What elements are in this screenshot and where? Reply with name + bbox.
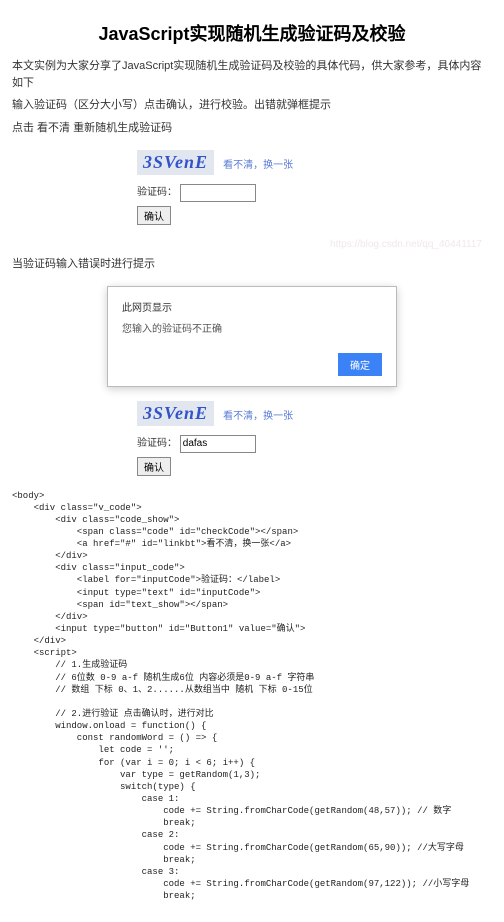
- dialog-title: 此网页显示: [122, 299, 382, 314]
- code-label: 验证码：: [137, 187, 177, 198]
- code-input-2[interactable]: [180, 435, 256, 453]
- demo-2: 3SVenE 看不清，换一张 验证码： 确认: [137, 401, 367, 476]
- watermark-text: https://blog.csdn.net/qq_40441117: [22, 239, 482, 250]
- error-section-text: 当验证码输入错误时进行提示: [12, 256, 492, 273]
- code-block: <body> <div class="v_code"> <div class="…: [12, 490, 492, 903]
- step1-text: 输入验证码（区分大小写）点击确认，进行校验。出错就弹框提示: [12, 97, 492, 114]
- confirm-button-2[interactable]: 确认: [137, 457, 171, 476]
- demo-1: 3SVenE 看不清，换一张 验证码： 确认: [137, 150, 367, 225]
- code-input[interactable]: [180, 184, 256, 202]
- step2-text: 点击 看不清 重新随机生成验证码: [12, 120, 492, 137]
- page-title: JavaScript实现随机生成验证码及校验: [12, 20, 492, 46]
- confirm-button[interactable]: 确认: [137, 206, 171, 225]
- dialog-message: 您输入的验证码不正确: [122, 320, 382, 335]
- dialog-ok-button[interactable]: 确定: [338, 353, 382, 376]
- captcha-display: 3SVenE: [137, 150, 214, 175]
- refresh-link-2[interactable]: 看不清，换一张: [223, 411, 293, 422]
- refresh-link[interactable]: 看不清，换一张: [223, 160, 293, 171]
- intro-text: 本文实例为大家分享了JavaScript实现随机生成验证码及校验的具体代码，供大…: [12, 58, 492, 91]
- code-label-2: 验证码：: [137, 438, 177, 449]
- captcha-display-2: 3SVenE: [137, 401, 214, 426]
- alert-dialog: 此网页显示 您输入的验证码不正确 确定: [107, 286, 397, 387]
